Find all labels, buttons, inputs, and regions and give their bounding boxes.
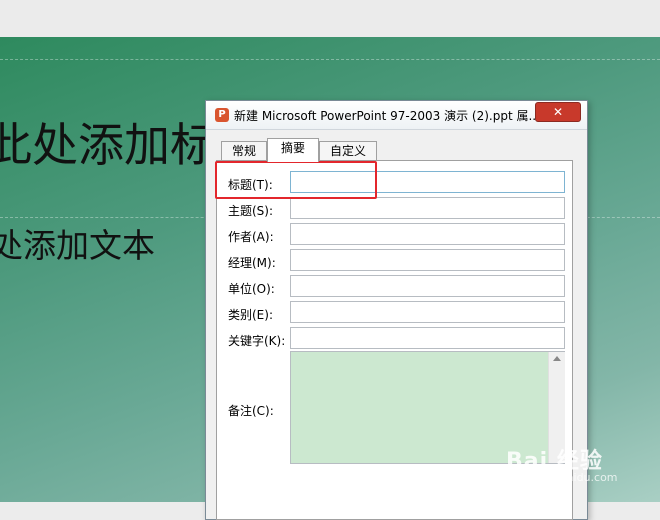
manager-label: 经理(M): [228, 256, 276, 270]
dialog-title: 新建 Microsoft PowerPoint 97-2003 演示 (2).p… [234, 109, 539, 123]
title-field-highlight [215, 161, 377, 199]
keywords-label: 关键字(K): [228, 334, 286, 348]
comments-label: 备注(C): [228, 404, 274, 418]
watermark: Bai 经验 jingyan.baidu.com [506, 443, 618, 484]
slide-text-placeholder[interactable]: 处添加文本 [0, 219, 155, 267]
powerpoint-icon: P [215, 108, 229, 122]
slide-title-placeholder[interactable]: 此处添加标 [0, 109, 216, 175]
category-label: 类别(E): [228, 308, 273, 322]
tab-custom[interactable]: 自定义 [319, 141, 377, 161]
tab-summary[interactable]: 摘要 [267, 138, 319, 162]
watermark-url: jingyan.baidu.com [516, 471, 618, 484]
slide-guide-line [0, 59, 660, 60]
category-input[interactable] [290, 301, 565, 323]
company-input[interactable] [290, 275, 565, 297]
company-label: 单位(O): [228, 282, 275, 296]
keywords-input[interactable] [290, 327, 565, 349]
close-icon: ✕ [552, 105, 564, 119]
dialog-titlebar[interactable]: P 新建 Microsoft PowerPoint 97-2003 演示 (2)… [206, 101, 587, 130]
window-top-bar [0, 0, 660, 37]
manager-input[interactable] [290, 249, 565, 271]
scroll-up-icon[interactable] [553, 356, 561, 361]
tab-general[interactable]: 常规 [221, 141, 267, 161]
subject-input[interactable] [290, 197, 565, 219]
subject-label: 主题(S): [228, 204, 274, 218]
author-input[interactable] [290, 223, 565, 245]
close-button[interactable]: ✕ [535, 102, 581, 122]
author-label: 作者(A): [228, 230, 274, 244]
